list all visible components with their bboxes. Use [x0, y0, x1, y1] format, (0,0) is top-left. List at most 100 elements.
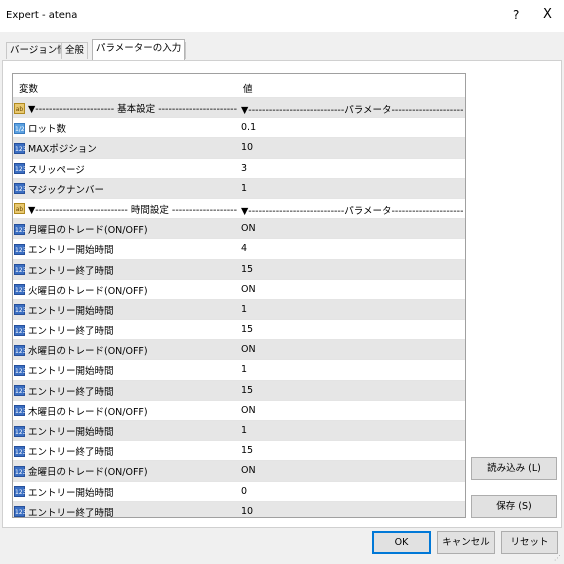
ok-button[interactable]: OK [372, 531, 431, 554]
value-cell[interactable]: 0 [241, 486, 463, 497]
variable-cell: 123 スリッページ [14, 162, 237, 176]
double-type-icon: 1/2 [14, 122, 25, 134]
value-cell[interactable]: ON [241, 405, 463, 416]
value-cell[interactable]: 4 [241, 243, 463, 254]
value-cell[interactable]: ▼----------------------------パラメータ------… [241, 203, 463, 217]
value-cell[interactable]: 1 [241, 183, 463, 194]
reset-button[interactable]: リセット [501, 531, 558, 554]
value-cell[interactable]: 1 [241, 364, 463, 375]
variable-cell: 123 水曜日のトレード(ON/OFF) [14, 343, 237, 357]
value-cell[interactable]: 10 [241, 506, 463, 517]
variable-cell: 123 MAXポジション [14, 141, 237, 155]
column-header-value[interactable]: 値 [243, 81, 253, 95]
table-row[interactable]: 123 エントリー終了時間 15 [13, 258, 465, 279]
value-cell[interactable]: 15 [241, 324, 463, 335]
table-row[interactable]: 123 エントリー開始時間 1 [13, 298, 465, 320]
variable-name: ▼----------------------- 基本設定 ----------… [28, 104, 237, 115]
value-cell[interactable]: 1 [241, 425, 463, 436]
table-row[interactable]: 123 エントリー終了時間 15 [13, 379, 465, 400]
integer-type-icon: 123 [14, 486, 26, 498]
value-cell[interactable]: 0.1 [241, 122, 463, 133]
variable-name: エントリー開始時間 [28, 245, 114, 257]
string-type-icon: ab [14, 102, 25, 114]
value-cell[interactable]: ▼----------------------------パラメータ------… [241, 102, 463, 116]
integer-type-icon: 123 [14, 324, 26, 336]
value-cell[interactable]: ON [241, 284, 463, 295]
variable-cell: 123 マジックナンバー [14, 182, 237, 196]
window-title: Expert - atena [6, 10, 78, 21]
title-bar: Expert - atena ? X [0, 0, 564, 32]
table-row[interactable]: 123 エントリー開始時間 1 [13, 420, 465, 441]
table-row[interactable]: 123 火曜日のトレード(ON/OFF) ON [13, 278, 465, 299]
tab-parameters[interactable]: パラメーターの入力 [92, 39, 186, 60]
integer-type-icon: 123 [14, 506, 26, 517]
integer-type-icon: 123 [14, 445, 26, 457]
variable-name: 水曜日のトレード(ON/OFF) [28, 346, 148, 358]
variable-name: エントリー開始時間 [28, 427, 114, 438]
help-button[interactable]: ? [513, 8, 519, 22]
table-row[interactable]: 123 木曜日のトレード(ON/OFF) ON [13, 399, 465, 420]
table-row[interactable]: 123 エントリー終了時間 15 [13, 319, 465, 339]
table-row[interactable]: 123 エントリー終了時間 15 [13, 440, 465, 460]
integer-type-icon: 123 [14, 223, 26, 235]
integer-type-icon: 123 [14, 183, 26, 195]
variable-name: エントリー終了時間 [28, 507, 114, 518]
table-row[interactable]: 123 スリッページ 3 [13, 157, 465, 178]
variable-name: ▼--------------------------- 時間設定 ------… [28, 204, 237, 216]
value-cell[interactable]: 15 [241, 445, 463, 456]
variable-name: スリッページ [28, 164, 85, 176]
tab-strip: バージョン情報 全般 パラメーターの入力 仕様 [0, 38, 564, 60]
integer-type-icon: 123 [14, 465, 26, 477]
variable-name: エントリー終了時間 [28, 326, 114, 338]
column-header-variable[interactable]: 変数 [19, 81, 38, 95]
variable-name: エントリー開始時間 [28, 305, 114, 317]
table-row[interactable]: 123 マジックナンバー 1 [13, 177, 465, 198]
variable-name: エントリー開始時間 [28, 487, 114, 499]
value-cell[interactable]: 10 [241, 142, 463, 153]
cancel-button[interactable]: キャンセル [437, 531, 495, 554]
string-type-icon: ab [14, 203, 25, 215]
resize-grip-icon[interactable]: ⋰ [554, 554, 562, 562]
variable-cell: 123 エントリー開始時間 [14, 424, 237, 438]
close-button[interactable]: X [543, 7, 552, 22]
value-cell[interactable]: 15 [241, 385, 463, 396]
variable-name: ロット数 [28, 124, 67, 136]
table-row[interactable]: 123 エントリー開始時間 0 [13, 480, 465, 501]
value-cell[interactable]: 15 [241, 264, 463, 275]
grid-header: 変数 値 [13, 74, 465, 97]
variable-cell: 123 エントリー開始時間 [14, 363, 237, 377]
integer-type-icon: 123 [14, 142, 26, 154]
variable-cell: 123 エントリー終了時間 [14, 505, 237, 518]
table-row[interactable]: 123 MAXポジション 10 [13, 137, 465, 158]
table-row[interactable]: 123 エントリー終了時間 10 [13, 500, 465, 518]
table-row[interactable]: 123 エントリー開始時間 4 [13, 238, 465, 258]
variable-cell: 123 エントリー開始時間 [14, 485, 237, 499]
table-row[interactable]: ab ▼--------------------------- 時間設定 ----… [13, 197, 465, 218]
value-cell[interactable]: 1 [241, 304, 463, 315]
grid-rows: ab ▼----------------------- 基本設定 --------… [13, 97, 465, 518]
save-button[interactable]: 保存 (S) [471, 495, 557, 518]
value-cell[interactable]: 3 [241, 163, 463, 174]
table-row[interactable]: 123 月曜日のトレード(ON/OFF) ON [13, 218, 465, 239]
tab-general[interactable]: 全般 [61, 42, 89, 59]
integer-type-icon: 123 [14, 364, 26, 376]
integer-type-icon: 123 [14, 344, 26, 356]
integer-type-icon: 123 [14, 264, 26, 275]
table-row[interactable]: ab ▼----------------------- 基本設定 --------… [13, 97, 465, 118]
variable-cell: 123 エントリー開始時間 [14, 303, 237, 317]
value-cell[interactable]: ON [241, 223, 463, 234]
table-row[interactable]: 123 エントリー開始時間 1 [13, 359, 465, 379]
variable-cell: ab ▼----------------------- 基本設定 --------… [14, 101, 237, 115]
value-cell[interactable]: ON [241, 465, 463, 476]
integer-type-icon: 123 [14, 385, 26, 397]
table-row[interactable]: 1/2 ロット数 0.1 [13, 117, 465, 137]
integer-type-icon: 123 [14, 243, 26, 255]
variable-cell: 1/2 ロット数 [14, 121, 237, 135]
value-cell[interactable]: ON [241, 344, 463, 355]
variable-name: 月曜日のトレード(ON/OFF) [28, 225, 148, 237]
variable-name: MAXポジション [28, 144, 97, 156]
table-row[interactable]: 123 金曜日のトレード(ON/OFF) ON [13, 460, 465, 481]
table-row[interactable]: 123 水曜日のトレード(ON/OFF) ON [13, 339, 465, 360]
load-button[interactable]: 読み込み (L) [471, 457, 557, 480]
variable-cell: 123 月曜日のトレード(ON/OFF) [14, 222, 237, 236]
